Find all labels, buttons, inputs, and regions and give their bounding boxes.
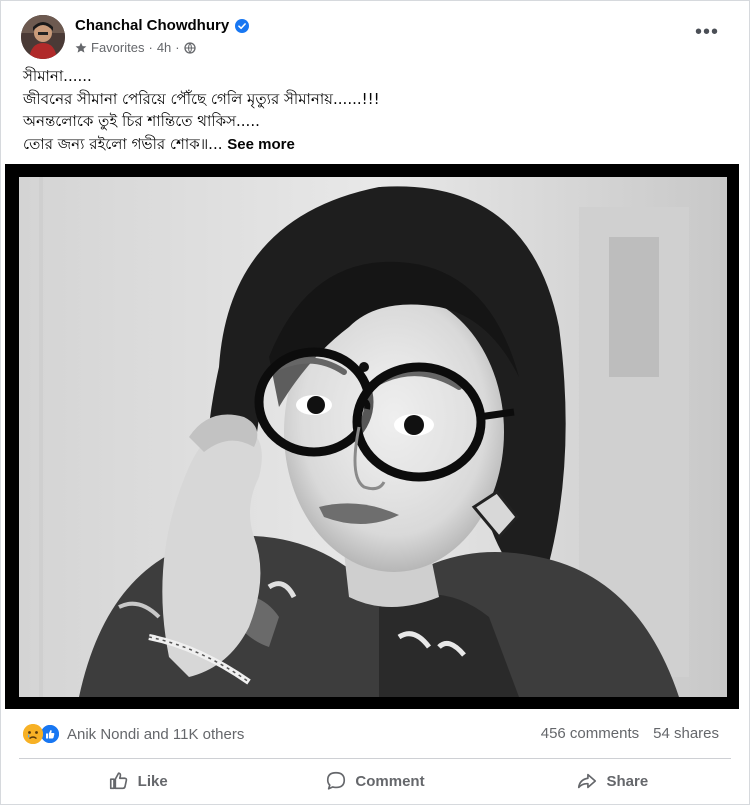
shares-count[interactable]: 54 shares	[653, 725, 719, 742]
portrait-photo	[19, 177, 727, 697]
share-icon	[578, 773, 597, 789]
more-dots-icon: •••	[694, 21, 719, 43]
post-text-line: অনন্তলোকে তুই চির শান্তিতে থাকিস.....	[23, 112, 260, 130]
share-button[interactable]: Share	[494, 761, 731, 801]
avatar-image	[21, 15, 65, 59]
avatar[interactable]	[21, 15, 65, 59]
comments-count[interactable]: 456 comments	[541, 725, 639, 742]
meta-separator-2: ·	[175, 40, 180, 55]
post-text-line: সীমানা......	[23, 67, 92, 85]
star-icon	[75, 42, 87, 53]
post-photo[interactable]	[5, 164, 739, 709]
like-label: Like	[137, 772, 168, 790]
thumbs-up-icon	[109, 772, 127, 790]
reactions-summary[interactable]: Anik Nondi and 11K others	[23, 723, 244, 745]
more-options-button[interactable]: •••	[695, 21, 719, 44]
post-text-line-4: তোর জন্য রইলো গভীর শোক॥...	[23, 134, 223, 153]
comment-button[interactable]: Comment	[256, 761, 493, 801]
globe-icon	[183, 41, 196, 54]
engagement-counts: 456 comments 54 shares	[541, 725, 719, 742]
like-button[interactable]: Like	[19, 761, 256, 801]
post-text-line: জীবনের সীমানা পেরিয়ে পৌঁছে গেলি মৃত্যুর…	[23, 89, 380, 108]
action-bar: Like Comment Share	[19, 761, 731, 801]
author-line: Chanchal Chowdhury	[75, 17, 250, 34]
post-text: সীমানা...... জীবনের সীমানা পেরিয়ে পৌঁছে…	[23, 65, 719, 156]
post-text-line-last: তোর জন্য রইলো গভীর শোক॥... See more	[23, 133, 719, 157]
post-time[interactable]: 4h	[157, 40, 171, 55]
post-meta: Favorites · 4h ·	[75, 40, 196, 55]
verified-badge-icon	[235, 18, 250, 33]
meta-separator: ·	[148, 40, 153, 55]
audience-label[interactable]: Favorites	[91, 40, 144, 55]
author-name[interactable]: Chanchal Chowdhury	[75, 17, 229, 34]
post-header: Chanchal Chowdhury Favorites · 4h · •••	[21, 13, 729, 61]
comment-label: Comment	[355, 772, 425, 790]
post-stats: Anik Nondi and 11K others 456 comments 5…	[23, 721, 719, 747]
post-card: Chanchal Chowdhury Favorites · 4h · ••• …	[0, 0, 750, 805]
divider	[19, 758, 731, 759]
share-label: Share	[606, 772, 649, 790]
see-more-link[interactable]: See more	[227, 136, 295, 153]
comment-icon	[327, 771, 346, 790]
sad-reaction-icon	[23, 724, 43, 744]
reactors-text[interactable]: Anik Nondi and 11K others	[67, 726, 244, 743]
